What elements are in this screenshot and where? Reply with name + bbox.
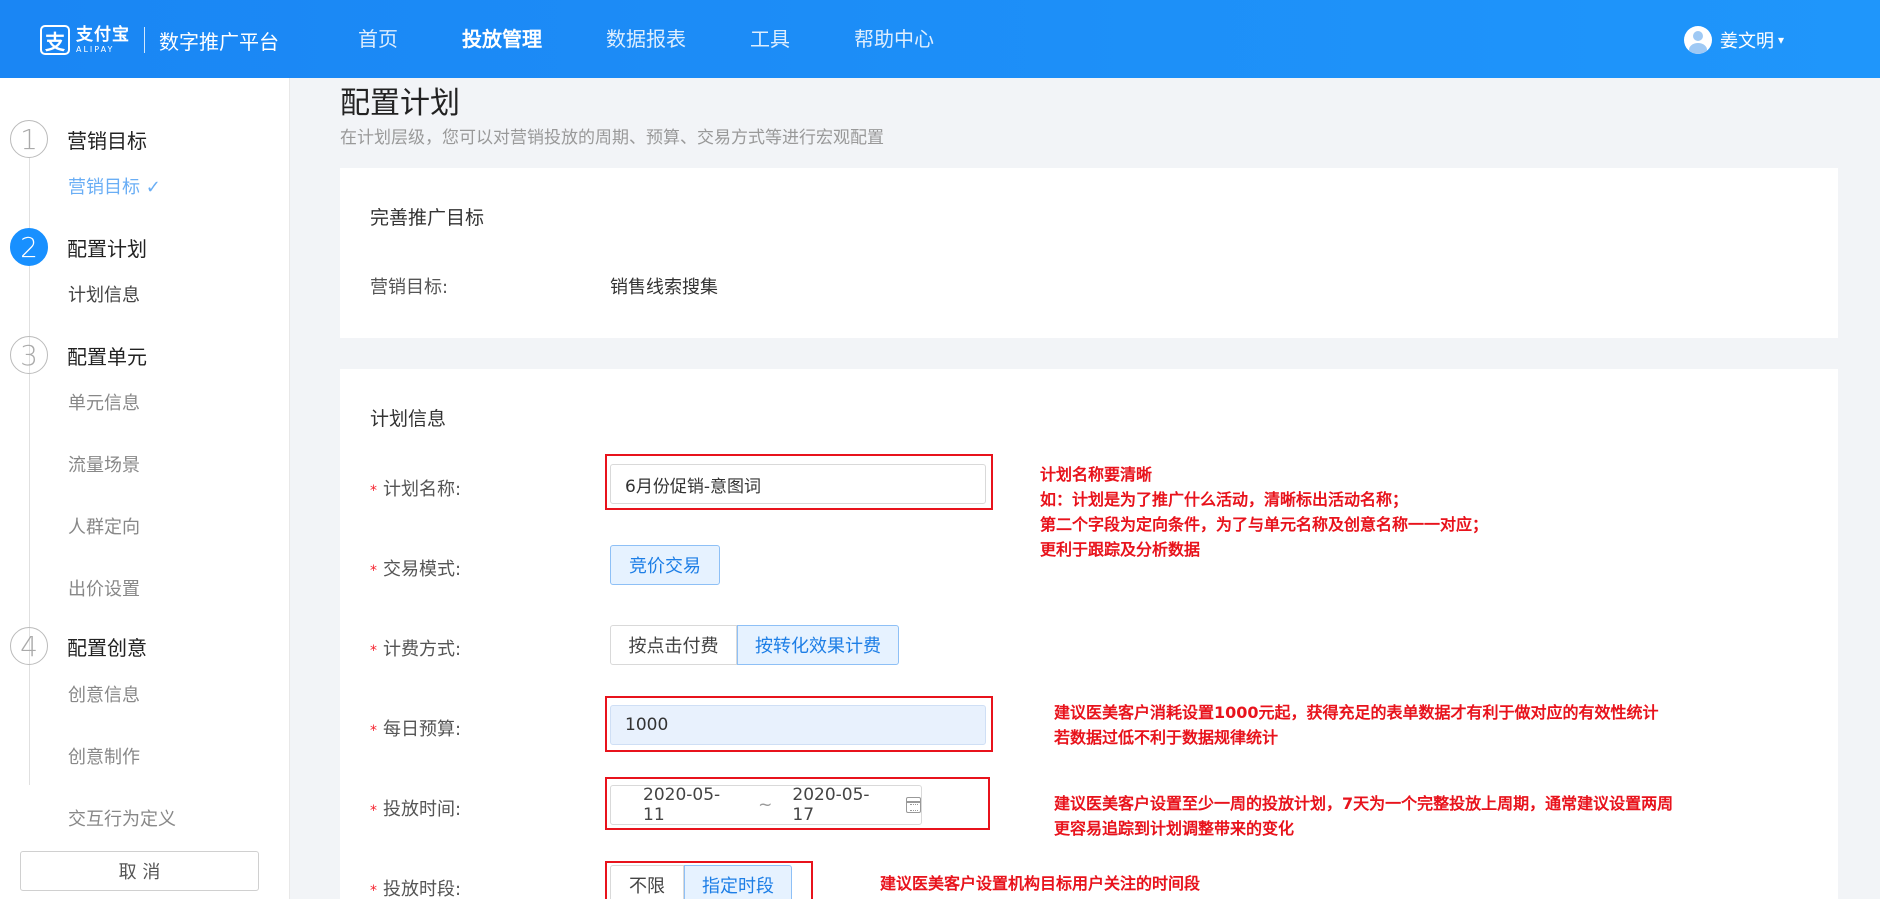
- required-mark: *: [370, 883, 377, 899]
- sub-step-traffic-scene[interactable]: 流量场景: [68, 451, 140, 477]
- daily-budget-label: * 每日预算:: [370, 719, 462, 740]
- step-marketing-goal[interactable]: 1 营销目标: [10, 120, 147, 158]
- step-number: 3: [10, 336, 48, 374]
- chevron-down-icon: ▾: [1778, 33, 1785, 47]
- alipay-logo-icon: 支: [40, 25, 70, 55]
- annotation-box-plan-name: [605, 454, 993, 510]
- logo-divider: [144, 27, 145, 53]
- goal-value: 销售线索搜集: [610, 277, 718, 298]
- step-title: 配置单元: [67, 344, 147, 369]
- nav-tools[interactable]: 工具: [750, 0, 790, 78]
- required-mark: *: [370, 563, 377, 579]
- step-connector: [29, 665, 30, 785]
- goal-card-title: 完善推广目标: [370, 207, 485, 229]
- user-menu[interactable]: 姜文明 ▾: [1684, 26, 1784, 54]
- goal-label: 营销目标:: [370, 277, 449, 298]
- cancel-button[interactable]: 取 消: [20, 851, 259, 891]
- billing-option-cpc[interactable]: 按点击付费: [610, 625, 737, 665]
- main-nav: 首页 投放管理 数据报表 工具 帮助中心: [358, 0, 998, 78]
- sub-step-marketing-goal[interactable]: 营销目标 ✓: [68, 173, 161, 199]
- required-mark: *: [370, 643, 377, 659]
- sub-step-creative-make[interactable]: 创意制作: [68, 743, 140, 769]
- step-title: 配置计划: [67, 236, 147, 261]
- plan-card-title: 计划信息: [370, 408, 447, 430]
- page-title: 配置计划: [340, 86, 460, 121]
- user-name: 姜文明: [1720, 31, 1774, 52]
- sub-step-plan-info[interactable]: 计划信息: [68, 281, 140, 307]
- time-slot-label: * 投放时段:: [370, 879, 462, 899]
- billing-option-cpa[interactable]: 按转化效果计费: [737, 625, 899, 665]
- required-mark: *: [370, 803, 377, 819]
- step-number: 1: [10, 120, 48, 158]
- logo-cn-text: 支付宝: [76, 24, 130, 45]
- step-number: 4: [10, 627, 48, 665]
- plan-name-label: * 计划名称:: [370, 479, 462, 500]
- top-header: 支 支付宝 ALIPAY 数字推广平台 首页 投放管理 数据报表 工具 帮助中心…: [0, 0, 1880, 78]
- step-configure-plan[interactable]: 2 配置计划: [10, 228, 147, 266]
- required-mark: *: [370, 483, 377, 499]
- nav-campaign-management[interactable]: 投放管理: [462, 0, 542, 78]
- trade-mode-label: * 交易模式:: [370, 559, 462, 580]
- sub-step-interaction[interactable]: 交互行为定义: [68, 805, 176, 831]
- annotation-date: 建议医美客户设置至少一周的投放计划，7天为一个完整投放上周期，通常建议设置两周 …: [1054, 794, 1674, 838]
- alipay-logo[interactable]: 支 支付宝 ALIPAY 数字推广平台: [40, 22, 279, 58]
- billing-toggle: 按点击付费 按转化效果计费: [610, 625, 899, 665]
- page-description: 在计划层级，您可以对营销投放的周期、预算、交易方式等进行宏观配置: [340, 128, 884, 148]
- annotation-plan-name: 计划名称要清晰 如：计划是为了推广什么活动，清晰标出活动名称； 第二个字段为定向…: [1040, 465, 1489, 559]
- bid-trade-button[interactable]: 竞价交易: [610, 545, 720, 585]
- nav-home[interactable]: 首页: [358, 0, 398, 78]
- sub-step-creative-info[interactable]: 创意信息: [68, 681, 140, 707]
- sub-step-bidding[interactable]: 出价设置: [68, 575, 140, 601]
- schedule-date-label: * 投放时间:: [370, 799, 462, 820]
- annotation-box-budget: [605, 696, 993, 752]
- logo-en-text: ALIPAY: [76, 44, 115, 54]
- annotation-budget: 建议医美客户消耗设置1000元起，获得充足的表单数据才有利于做对应的有效性统计 …: [1054, 703, 1659, 747]
- goal-card: 完善推广目标 营销目标: 销售线索搜集: [340, 168, 1838, 338]
- nav-reports[interactable]: 数据报表: [606, 0, 686, 78]
- step-sidebar: 1 营销目标 营销目标 ✓ 2 配置计划 计划信息 3 配置单元 单元信息 流量…: [0, 78, 290, 899]
- step-title: 配置创意: [67, 635, 147, 660]
- step-configure-unit[interactable]: 3 配置单元: [10, 336, 147, 374]
- annotation-time-slot: 建议医美客户设置机构目标用户关注的时间段: [880, 874, 1201, 893]
- avatar: [1684, 26, 1712, 54]
- platform-name: 数字推广平台: [159, 29, 279, 54]
- annotation-box-date: [605, 777, 990, 830]
- annotation-box-time-slot: [605, 861, 813, 899]
- nav-help-center[interactable]: 帮助中心: [854, 0, 934, 78]
- sub-step-audience[interactable]: 人群定向: [68, 513, 140, 539]
- required-mark: *: [370, 723, 377, 739]
- step-configure-creative[interactable]: 4 配置创意: [10, 627, 147, 665]
- step-title: 营销目标: [67, 128, 147, 153]
- step-connector: [29, 158, 30, 228]
- step-number: 2: [10, 228, 48, 266]
- sub-step-unit-info[interactable]: 单元信息: [68, 389, 140, 415]
- billing-label: * 计费方式:: [370, 639, 462, 660]
